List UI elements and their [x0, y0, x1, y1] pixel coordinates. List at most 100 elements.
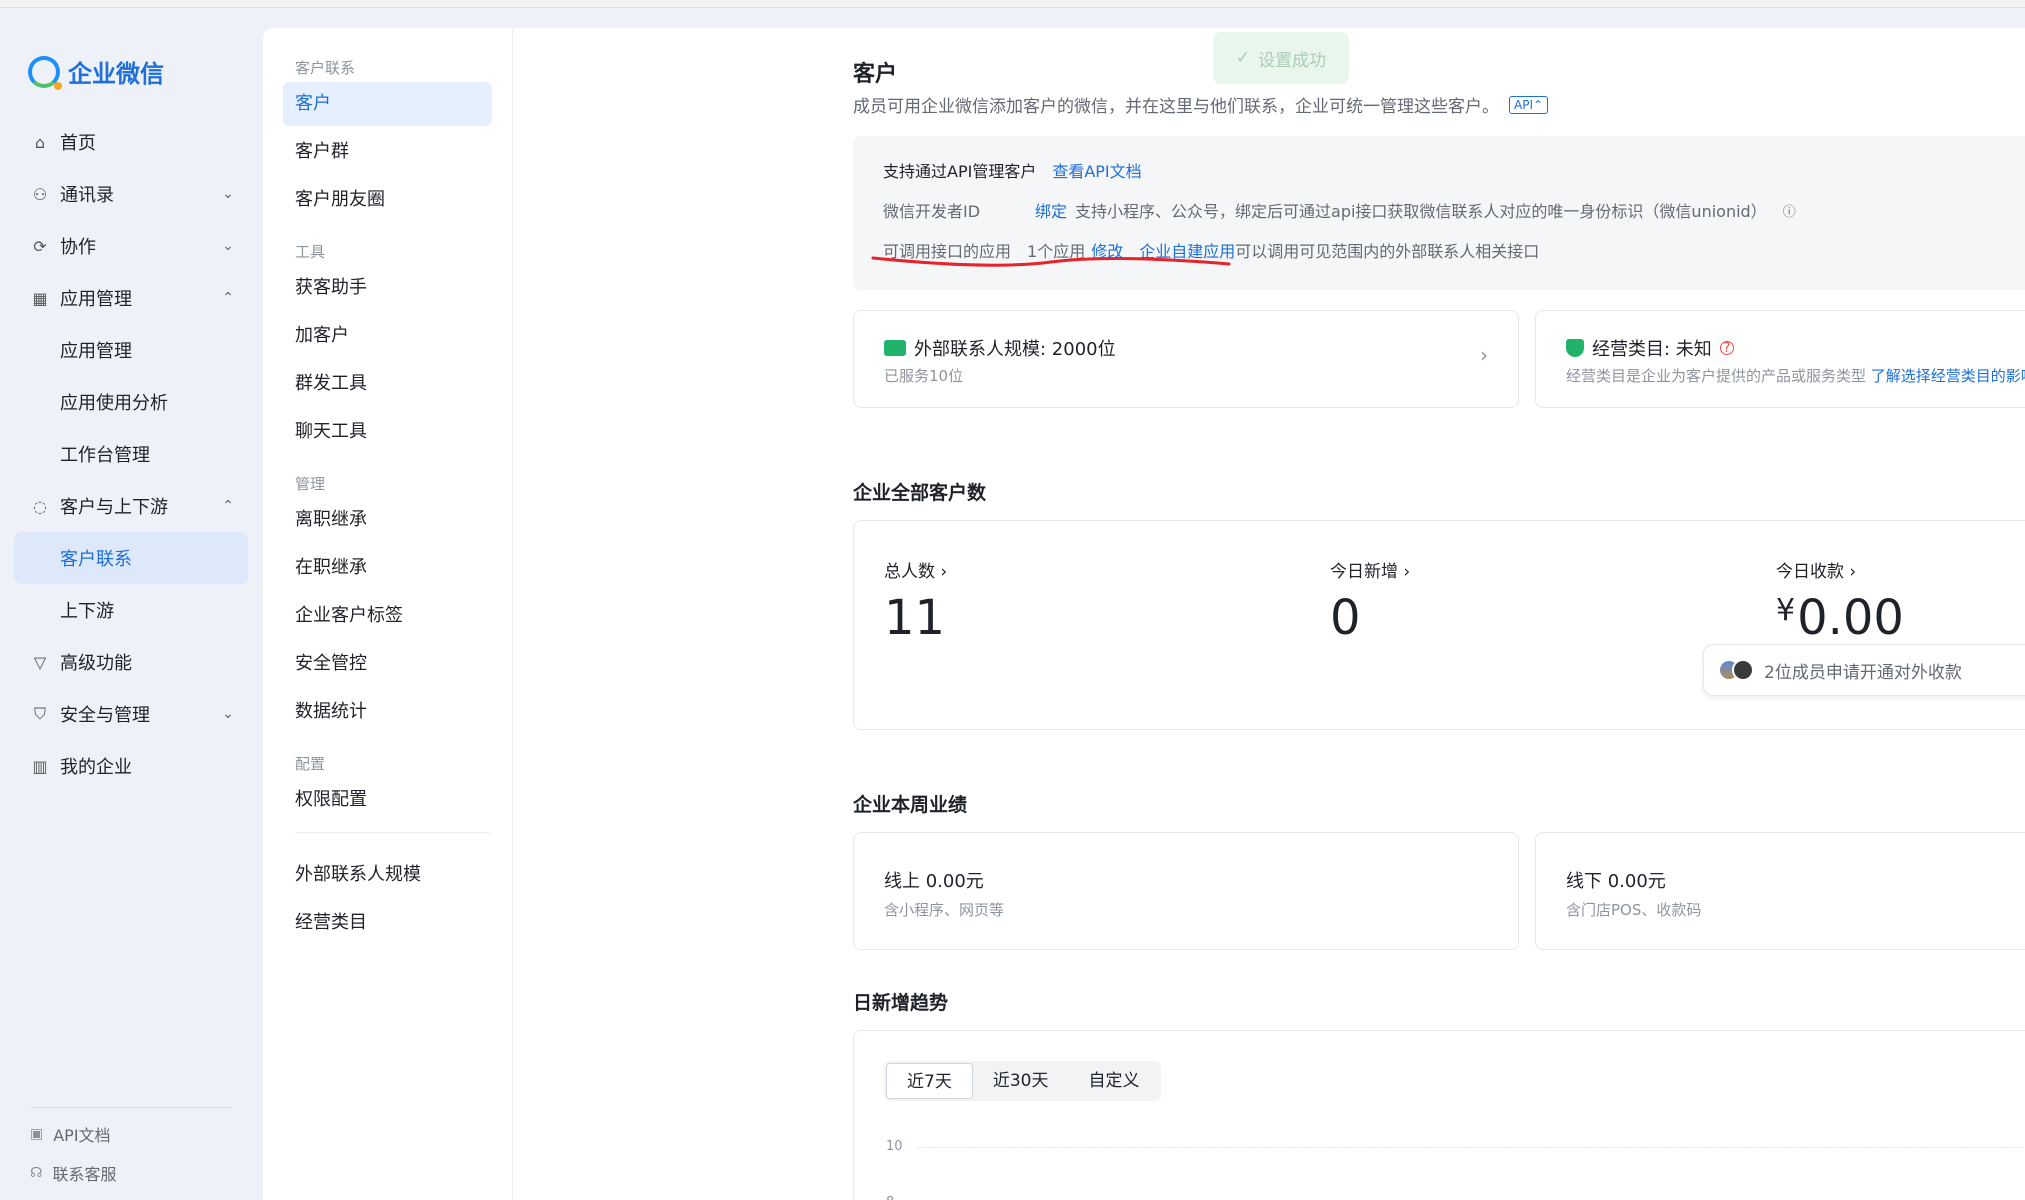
subnav-divider — [295, 832, 490, 833]
info-icon[interactable]: ⓘ — [1783, 201, 1796, 220]
subnav-item-customer-group[interactable]: 客户群 — [283, 130, 492, 174]
logo-text: 企业微信 — [68, 60, 164, 88]
contacts-icon: ⚇ — [32, 184, 48, 204]
sidebar-item-label: 首页 — [60, 133, 96, 154]
tab-custom[interactable]: 自定义 — [1068, 1063, 1159, 1099]
category-card[interactable]: 经营类目: 未知 ? 经营类目是企业为客户提供的产品或服务类型 了解选择经营类目… — [1535, 310, 2025, 408]
income-value-row: ¥0.00 — [1776, 590, 1904, 646]
subnav-item-scale[interactable]: 外部联系人规模 — [283, 853, 492, 897]
subnav-item-permissions[interactable]: 权限配置 — [283, 778, 492, 822]
subnav-item-chat-tools[interactable]: 聊天工具 — [283, 410, 492, 454]
total-label[interactable]: 总人数 › — [884, 557, 947, 582]
sidebar-item-label: 高级功能 — [60, 653, 132, 674]
y-tick-8: 8 — [886, 1195, 894, 1200]
grid-line — [918, 1147, 2025, 1148]
dev-id-row: 微信开发者ID 绑定 支持小程序、公众号，绑定后可通过api接口获取微信联系人对… — [883, 198, 1796, 222]
income-value: 0.00 — [1797, 590, 1904, 646]
category-title-row: 经营类目: 未知 ? — [1566, 335, 1734, 361]
offline-sub: 含门店POS、收款码 — [1566, 901, 1702, 919]
chevron-down-icon[interactable]: ⌄ — [222, 186, 234, 202]
subnav-item-moments[interactable]: 客户朋友圈 — [283, 178, 492, 222]
support-link[interactable]: ☊ 联系客服 — [30, 1161, 116, 1185]
sidebar-item-8[interactable]: 客户联系 — [14, 532, 248, 584]
sidebar-item-2[interactable]: ⟳ 协作 ⌄ — [14, 220, 248, 272]
subnav-group-contact: 客户联系 — [295, 59, 356, 77]
trend-card: 近7天 近30天 自定义 10 8 — [853, 1030, 2025, 1200]
subnav-item-customer[interactable]: 客户 — [283, 82, 492, 126]
category-learn-link[interactable]: 了解选择经营类目的影响 — [1871, 367, 2025, 385]
subnav-item-add-customer[interactable]: 加客户 — [283, 314, 492, 358]
api-title-row: 支持通过API管理客户 查看API文档 — [883, 158, 1142, 182]
chevron-up-icon[interactable]: ⌃ — [222, 498, 234, 514]
trend-section-title: 日新增趋势 — [853, 992, 949, 1014]
subnav-item-category[interactable]: 经营类目 — [283, 901, 492, 945]
sidebar-item-11[interactable]: ⛉ 安全与管理 ⌄ — [14, 688, 248, 740]
sidebar-item-9[interactable]: 上下游 — [14, 584, 248, 636]
payment-request-notice[interactable]: 2位成员申请开通对外收款 — [1703, 644, 2025, 696]
avatar-group — [1718, 659, 1754, 681]
bind-button[interactable]: 绑定 — [1035, 198, 1067, 222]
income-label[interactable]: 今日收款 › — [1776, 557, 1904, 582]
sidebar-item-label: 应用管理 — [60, 341, 132, 362]
tab-30-days[interactable]: 近30天 — [973, 1063, 1069, 1099]
headset-icon: ☊ — [30, 1165, 43, 1181]
subnav-item-onjob-inherit[interactable]: 在职继承 — [283, 546, 492, 590]
today-new-value: 0 — [1330, 590, 1361, 646]
sidebar-item-12[interactable]: ▥ 我的企业 — [14, 740, 248, 792]
subnav-item-acquire[interactable]: 获客助手 — [283, 266, 492, 310]
sidebar-item-label: 工作台管理 — [60, 445, 150, 466]
yen-symbol: ¥ — [1776, 593, 1796, 628]
apps-icon: ▦ — [32, 288, 48, 308]
doc-icon: ▣ — [30, 1126, 44, 1142]
scale-card[interactable]: 外部联系人规模: 2000位 已服务10位 › — [853, 310, 1519, 408]
customers-section-title: 企业全部客户数 — [853, 482, 987, 504]
total-value: 11 — [884, 590, 946, 646]
question-icon[interactable]: ? — [1719, 341, 1734, 356]
wecom-logo-icon — [28, 55, 62, 90]
scale-title-row: 外部联系人规模: 2000位 — [884, 335, 1116, 361]
sidebar-item-10[interactable]: ▽ 高级功能 — [14, 636, 248, 688]
notice-text: 2位成员申请开通对外收款 — [1764, 662, 1962, 683]
logo[interactable]: 企业微信 — [28, 54, 164, 90]
online-card: 线上 0.00元 含小程序、网页等 — [853, 832, 1519, 950]
sidebar-item-5[interactable]: 应用使用分析 — [14, 376, 248, 428]
subnav-item-stats[interactable]: 数据统计 — [283, 690, 492, 734]
chevron-down-icon[interactable]: ⌄ — [222, 706, 234, 722]
company-icon: ▥ — [32, 756, 48, 776]
offline-title: 线下 0.00元 — [1566, 871, 1666, 892]
api-toggle-tag[interactable]: API⌃ — [1509, 95, 1549, 114]
api-docs-link[interactable]: ▣ API文档 — [30, 1122, 111, 1146]
scale-title: 外部联系人规模: 2000位 — [914, 339, 1116, 360]
sidebar-item-6[interactable]: 工作台管理 — [14, 428, 248, 480]
subnav-item-security[interactable]: 安全管控 — [283, 642, 492, 686]
sidebar-item-1[interactable]: ⚇ 通讯录 ⌄ — [14, 168, 248, 220]
subnav-group-config: 配置 — [295, 755, 326, 773]
sidebar-item-label: 协作 — [60, 237, 96, 258]
y-tick-10: 10 — [886, 1139, 903, 1154]
subnav-item-resign-inherit[interactable]: 离职继承 — [283, 498, 492, 542]
dev-id-label: 微信开发者ID — [883, 202, 981, 221]
tab-7-days[interactable]: 近7天 — [886, 1063, 973, 1099]
chevron-right-icon[interactable]: › — [1480, 343, 1488, 367]
api-docs-button[interactable]: 查看API文档 — [1052, 158, 1141, 182]
sidebar-divider — [30, 1107, 232, 1108]
sidebar-item-7[interactable]: ◌ 客户与上下游 ⌃ — [14, 480, 248, 532]
subnav-item-tags[interactable]: 企业客户标签 — [283, 594, 492, 638]
sidebar: 企业微信 ⌂ 首页 ⚇ 通讯录 ⌄ ⟳ 协作 ⌄ ▦ 应用管理 ⌃ 应用管理 应用使用分析 工作台管理 ◌ 客… — [0, 8, 263, 1200]
sidebar-item-label: 通讯录 — [60, 185, 114, 206]
sidebar-item-3[interactable]: ▦ 应用管理 ⌃ — [14, 272, 248, 324]
sidebar-item-4[interactable]: 应用管理 — [14, 324, 248, 376]
chevron-down-icon[interactable]: ⌄ — [222, 238, 234, 254]
page-title: 客户 — [853, 62, 898, 87]
stat-today-new: 今日新增 › 0 — [1330, 557, 1410, 646]
category-sub: 经营类目是企业为客户提供的产品或服务类型 — [1566, 367, 1867, 385]
category-icon — [1566, 339, 1584, 357]
subnav-group-tools: 工具 — [295, 243, 326, 261]
stat-income: 今日收款 › ¥0.00 — [1776, 557, 1904, 646]
subnav-item-mass-send[interactable]: 群发工具 — [283, 362, 492, 406]
home-icon: ⌂ — [34, 132, 46, 152]
advanced-icon: ▽ — [33, 652, 47, 672]
today-new-label[interactable]: 今日新增 › — [1330, 557, 1410, 582]
sidebar-item-0[interactable]: ⌂ 首页 — [14, 116, 248, 168]
chevron-up-icon[interactable]: ⌃ — [222, 290, 234, 306]
